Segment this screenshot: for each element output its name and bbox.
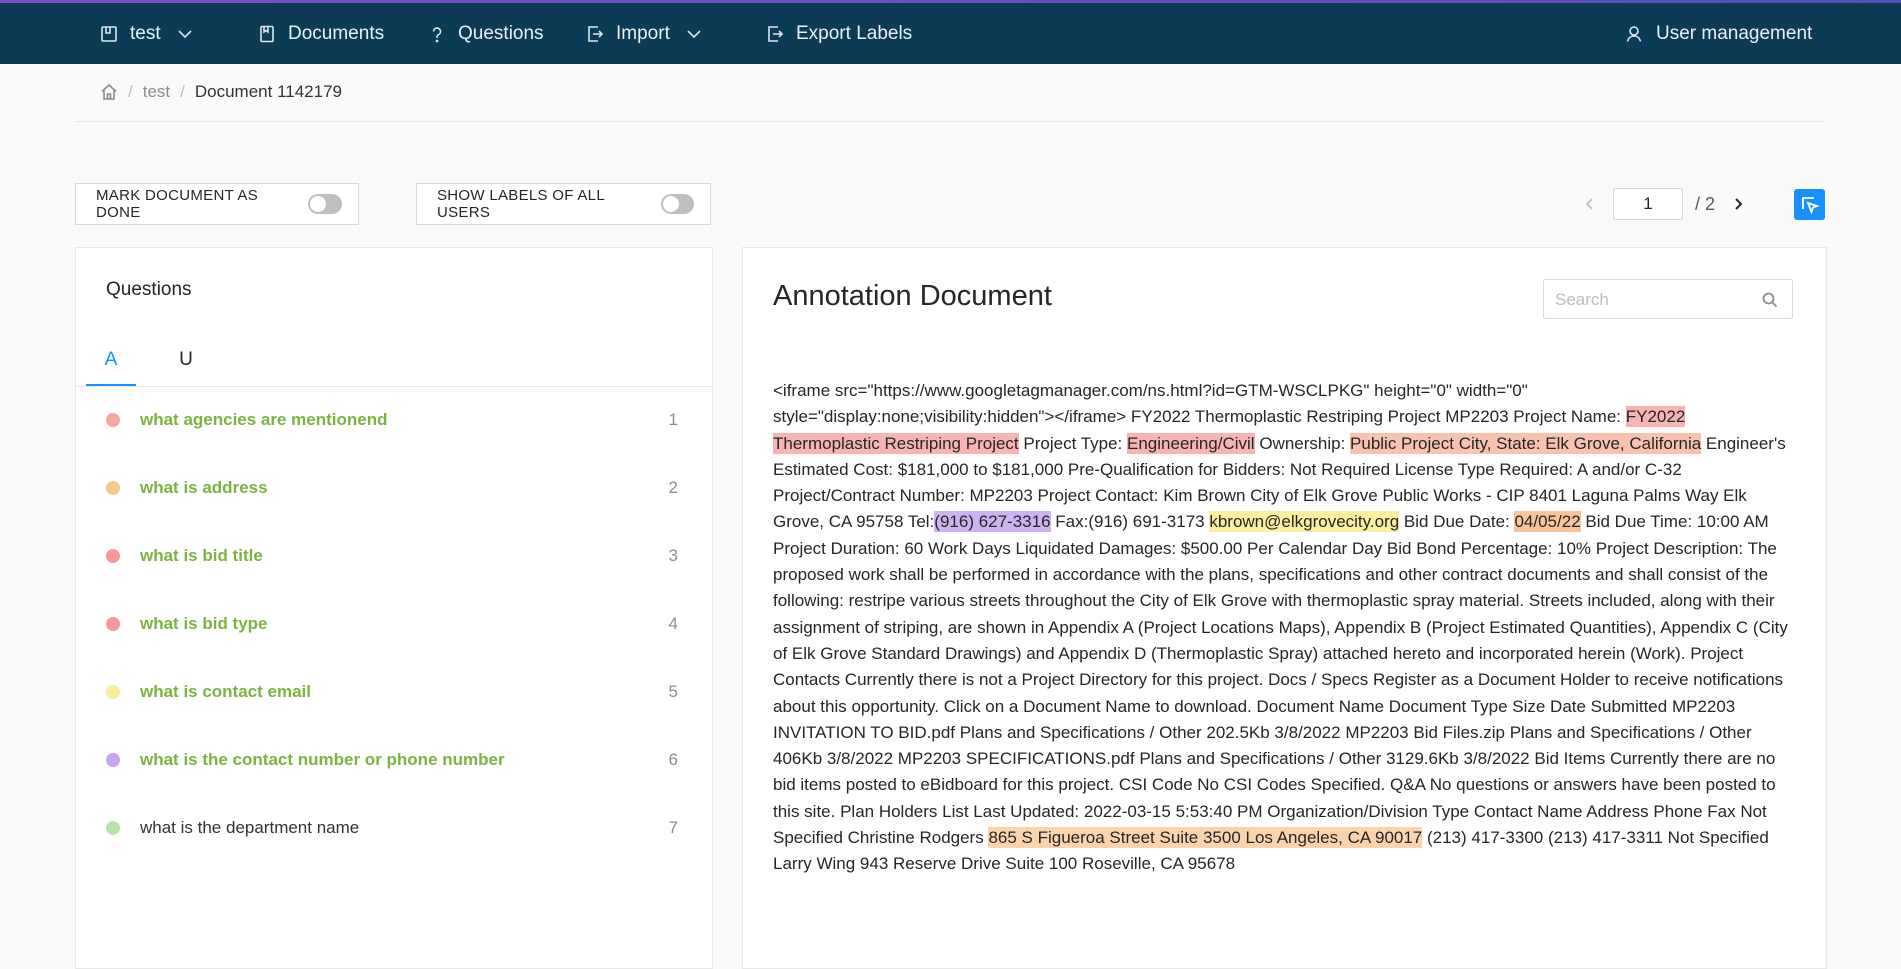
annotation-highlight[interactable]: kbrown@elkgrovecity.org	[1209, 511, 1400, 533]
question-number: 5	[668, 682, 678, 701]
question-color-dot	[106, 821, 120, 835]
chevron-left-icon	[1585, 198, 1593, 210]
question-item[interactable]: what is address 2	[106, 473, 682, 503]
question-text: what is the contact number or phone numb…	[140, 750, 505, 769]
show-labels-toggle[interactable]	[660, 194, 694, 214]
nav-documents[interactable]: Documents	[258, 3, 384, 64]
nav-project-label: test	[130, 22, 161, 44]
mark-done-toggle[interactable]	[308, 194, 342, 214]
select-mode-button[interactable]	[1794, 189, 1825, 220]
question-tabs: A U	[76, 336, 712, 387]
question-item[interactable]: what is the department name 7	[106, 813, 682, 843]
question-item[interactable]: what is bid title 3	[106, 541, 682, 571]
search-icon[interactable]	[1762, 292, 1778, 308]
annotation-highlight[interactable]: (916) 627-3316	[934, 511, 1051, 533]
question-color-dot	[106, 753, 120, 767]
question-item[interactable]: what agencies are mentionend 1	[106, 405, 682, 435]
next-page-button[interactable]	[1721, 187, 1755, 221]
question-icon	[432, 26, 442, 42]
mark-done-label: MARK DOCUMENT AS DONE	[96, 187, 259, 221]
question-color-dot	[106, 685, 120, 699]
user-icon	[1626, 25, 1642, 42]
document-icon	[260, 25, 274, 42]
nav-export-label: Export Labels	[796, 22, 913, 44]
chevron-down-icon	[178, 29, 192, 38]
page-total: / 2	[1695, 193, 1716, 214]
question-number: 7	[668, 818, 678, 837]
header-divider	[75, 121, 1825, 122]
show-labels-label: SHOW LABELS OF ALL USERS	[437, 187, 605, 221]
chevron-down-icon	[687, 29, 701, 38]
export-icon	[768, 25, 784, 42]
question-number: 4	[668, 614, 678, 633]
question-text: what is the department name	[140, 818, 360, 837]
top-navbar: test Documents Questions Import Export L…	[0, 3, 1901, 64]
nav-questions[interactable]: Questions	[428, 3, 544, 64]
question-text: what agencies are mentionend	[140, 410, 388, 429]
nav-user-management[interactable]: User management	[1626, 3, 1812, 64]
question-number: 3	[668, 546, 678, 565]
nav-export-labels[interactable]: Export Labels	[766, 3, 912, 64]
import-icon	[588, 25, 604, 42]
question-text: what is address	[140, 478, 268, 497]
question-text: what is bid type	[140, 614, 268, 633]
breadcrumb-separator: /	[180, 82, 185, 101]
nav-documents-label: Documents	[288, 22, 385, 44]
breadcrumb-document: Document 1142179	[194, 82, 342, 101]
question-color-dot	[106, 413, 120, 427]
question-item[interactable]: what is contact email 5	[106, 677, 682, 707]
annotation-highlight[interactable]: 04/05/22	[1514, 511, 1581, 533]
annotation-highlight[interactable]: 865 S Figueroa Street Suite 3500 Los Ang…	[988, 827, 1423, 849]
document-text-segment: Bid Due Time: 10:00 AM Project Duration:…	[773, 512, 1788, 848]
document-text-segment: Bid Due Date:	[1399, 512, 1515, 532]
pagination: 1 / 2	[1573, 187, 1755, 221]
question-item[interactable]: what is bid type 4	[106, 609, 682, 639]
chevron-right-icon	[1735, 198, 1743, 210]
question-number: 6	[668, 750, 678, 769]
document-text-segment: Project Type:	[1018, 433, 1128, 453]
question-color-dot	[106, 617, 120, 631]
breadcrumb-separator: /	[128, 82, 133, 101]
nav-import-dropdown[interactable]: Import	[586, 3, 702, 64]
question-color-dot	[106, 549, 120, 563]
document-title: Annotation Document	[773, 280, 1052, 312]
project-icon	[101, 25, 117, 42]
question-number: 2	[668, 478, 678, 497]
prev-page-button[interactable]	[1573, 187, 1607, 221]
document-text-segment: <iframe src="https://www.googletagmanage…	[773, 381, 1626, 427]
document-text[interactable]: <iframe src="https://www.googletagmanage…	[773, 378, 1795, 878]
home-icon[interactable]	[100, 83, 118, 101]
page-number-input[interactable]: 1	[1613, 188, 1683, 220]
document-search	[1543, 279, 1793, 320]
question-text: what is contact email	[140, 682, 311, 701]
question-color-dot	[106, 481, 120, 495]
search-input[interactable]	[1544, 280, 1757, 320]
breadcrumb: / test / Document 1142179	[100, 80, 342, 104]
tab-a[interactable]: A	[86, 336, 136, 386]
annotation-highlight[interactable]: Public Project City, State: Elk Grove, C…	[1350, 432, 1702, 454]
document-text-segment: Fax:(916) 691-3173	[1050, 512, 1210, 532]
nav-user-management-label: User management	[1656, 22, 1813, 44]
cursor-select-icon	[1801, 196, 1820, 215]
mark-done-control: MARK DOCUMENT AS DONE	[75, 183, 359, 225]
nav-project-dropdown[interactable]: test	[100, 3, 193, 64]
nav-questions-label: Questions	[458, 22, 544, 44]
annotation-document-panel: Annotation Document <iframe src="https:/…	[742, 247, 1827, 969]
questions-panel: Questions A U what agencies are mentione…	[75, 247, 713, 969]
show-labels-control: SHOW LABELS OF ALL USERS	[416, 183, 711, 225]
question-number: 1	[668, 410, 678, 429]
questions-title: Questions	[106, 279, 192, 300]
annotation-highlight[interactable]: Engineering/Civil	[1127, 432, 1255, 454]
tab-u[interactable]: U	[166, 336, 206, 384]
question-item[interactable]: what is the contact number or phone numb…	[106, 745, 682, 775]
nav-import-label: Import	[616, 22, 670, 44]
question-text: what is bid title	[140, 546, 263, 565]
document-text-segment: Ownership:	[1254, 433, 1351, 453]
breadcrumb-project[interactable]: test	[143, 82, 170, 102]
